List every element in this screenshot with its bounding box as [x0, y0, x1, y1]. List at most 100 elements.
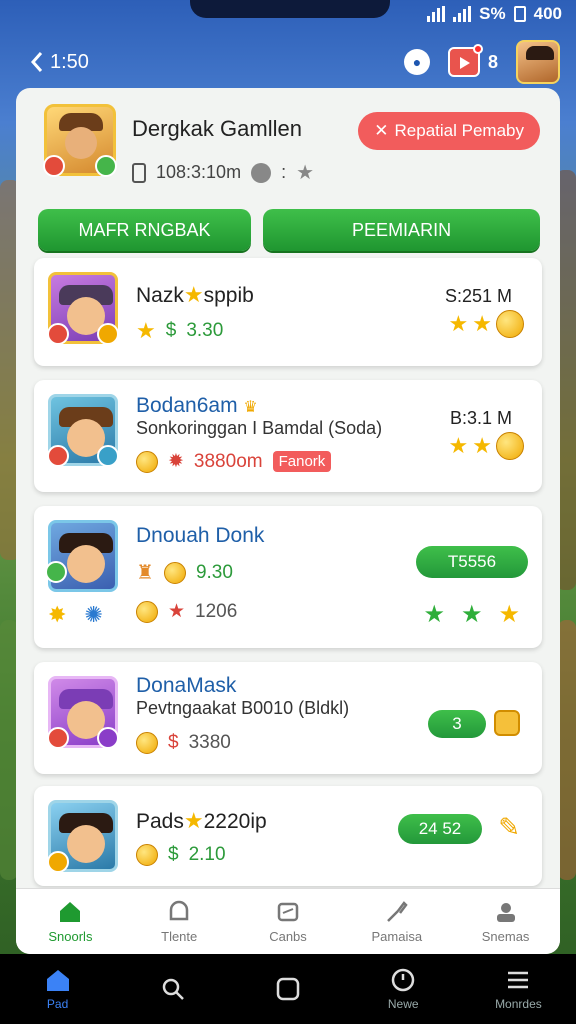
score-pill[interactable]: 3: [428, 710, 486, 738]
sword-icon: ✕: [374, 121, 389, 140]
dollar-icon: $: [168, 844, 179, 865]
game-title: Pads★2220ip: [136, 808, 267, 834]
ranking-button[interactable]: MAFR RNGBAK: [38, 209, 252, 251]
game-price: S:251 M: [444, 286, 512, 306]
square-icon: [276, 977, 300, 1001]
notification-dot: [472, 44, 483, 54]
nav-recents[interactable]: [230, 954, 345, 1024]
gem-icon: ✹: [168, 451, 184, 472]
game-title: Nazk★sppib: [136, 282, 254, 308]
menu-icon: [508, 971, 529, 989]
tab-trending[interactable]: Tlente: [125, 889, 234, 954]
coin-icon: [163, 561, 186, 584]
star-icon: ★: [472, 433, 492, 458]
money-badge-icon: [45, 561, 67, 583]
coin-icon: [136, 600, 158, 623]
app-header: 1:50 ● 8: [28, 40, 560, 84]
tab-cards[interactable]: Canbs: [234, 889, 343, 954]
notifications-button[interactable]: 8: [447, 44, 498, 77]
game-title-suffix: sppib: [203, 284, 254, 307]
game-value: 9.30: [195, 561, 233, 583]
coin-badge-icon: [97, 323, 119, 345]
game-card[interactable]: Pads★2220ip $ 2.10 24 52 ✎: [34, 786, 542, 886]
nav-new[interactable]: Newe: [346, 954, 461, 1024]
profile-section: Dergkak Gamllen 108:3:10m : ★ ✕ Repatial…: [16, 88, 560, 251]
game-value: 2.10: [188, 844, 226, 865]
status-chip: Fanork: [272, 451, 332, 472]
profile-avatar[interactable]: [43, 104, 117, 177]
nav-label: Newe: [387, 997, 419, 1011]
game-title: DonaMask: [136, 674, 237, 697]
game-card[interactable]: Bodan6am ♛ Sonkoringgan I Bamdal (Soda) …: [34, 380, 542, 492]
nav-label: Pad: [46, 997, 69, 1011]
tab-home[interactable]: Snoorls: [16, 889, 125, 954]
game-card[interactable]: ✸ ✺ Dnouah Donk ♜ 9.30 ★ 1206 T5556 ★ ★ …: [34, 506, 542, 648]
game-thumbnail: [47, 272, 119, 345]
profile-icon: [496, 903, 515, 922]
home-icon: [46, 970, 69, 991]
star-icon[interactable]: ★: [296, 160, 314, 185]
home-icon: [60, 902, 81, 922]
camera-notch: [190, 0, 390, 18]
game-card[interactable]: Nazk★sppib ★ $ 3.30 S:251 M ★ ★: [34, 258, 542, 366]
coin-badge-icon: [47, 851, 69, 873]
trophy-icon[interactable]: [496, 310, 524, 338]
status-bar: S% 400: [427, 4, 562, 24]
tab-label: Snemas: [481, 929, 530, 944]
premium-button[interactable]: PEEMIARIN: [263, 209, 540, 251]
chevron-left-icon: [30, 52, 43, 72]
sword-badge-icon: [47, 727, 69, 749]
back-label: 1:50: [50, 50, 89, 73]
report-button[interactable]: ✕ Repatial Pemaby: [358, 112, 540, 150]
battery-icon: [513, 6, 526, 22]
star-icon: ★: [448, 311, 469, 336]
wrench-icon: [386, 901, 408, 922]
star-icon: ★: [448, 433, 469, 458]
game-card[interactable]: DonaMask Pevtngaakat B0010 (Bldkl) $ 338…: [34, 662, 542, 774]
back-button[interactable]: 1:50: [28, 50, 89, 74]
signal-icon: [453, 6, 472, 22]
level-badge-icon: [95, 155, 117, 177]
coin-icon: [136, 844, 158, 866]
tool-icon[interactable]: ✎: [498, 812, 520, 843]
coin-icon: [136, 732, 158, 754]
star-icon: ✸: [48, 602, 67, 627]
game-value: 3380: [188, 732, 231, 753]
nav-home[interactable]: Pad: [0, 954, 115, 1024]
sword-badge-icon: [47, 323, 69, 345]
sword-badge-icon: [47, 445, 69, 467]
trophy-icon[interactable]: [496, 432, 524, 460]
tab-tools[interactable]: Pamaisa: [342, 889, 451, 954]
location-icon[interactable]: ●: [403, 49, 430, 75]
game-thumbnail: [45, 520, 118, 592]
battery-text: S%: [479, 4, 506, 23]
clock-icon: [251, 162, 272, 183]
star-icon: ★: [498, 601, 520, 628]
game-subtitle: Sonkoringgan I Bamdal (Soda): [136, 418, 383, 438]
game-value: 3.30: [186, 320, 224, 341]
game-price: B:3.1 M: [449, 408, 512, 428]
score-pill[interactable]: 24 52: [398, 814, 482, 844]
notification-count: 8: [487, 51, 498, 72]
nav-more[interactable]: Monrdes: [461, 954, 576, 1024]
star-icon: ★: [136, 318, 156, 343]
trophy-icon[interactable]: [494, 710, 520, 736]
game-secondary-value: 1206: [195, 600, 238, 622]
star-icon: ★: [183, 282, 204, 307]
cards-icon: [277, 902, 299, 922]
profile-playtime: 108:3:10m: [156, 162, 242, 182]
star-icon: ★: [183, 808, 204, 833]
tab-profile[interactable]: Snemas: [451, 889, 560, 954]
game-thumbnail: [47, 800, 118, 873]
user-avatar[interactable]: [516, 40, 560, 84]
game-title: Dnouah Donk: [136, 524, 265, 547]
score-pill[interactable]: T5556: [416, 546, 528, 578]
tab-label: Snoorls: [48, 929, 93, 944]
gear-icon: ✺: [84, 602, 103, 627]
star-icon: ★: [168, 601, 186, 622]
dollar-icon: $: [168, 732, 179, 753]
main-panel: Dergkak Gamllen 108:3:10m : ★ ✕ Repatial…: [16, 88, 560, 954]
bottom-tab-bar: Snoorls Tlente Canbs Pamaisa Snemas: [16, 888, 560, 954]
system-nav-bar: Pad Newe Monrdes: [0, 954, 576, 1024]
nav-search[interactable]: [115, 954, 230, 1024]
